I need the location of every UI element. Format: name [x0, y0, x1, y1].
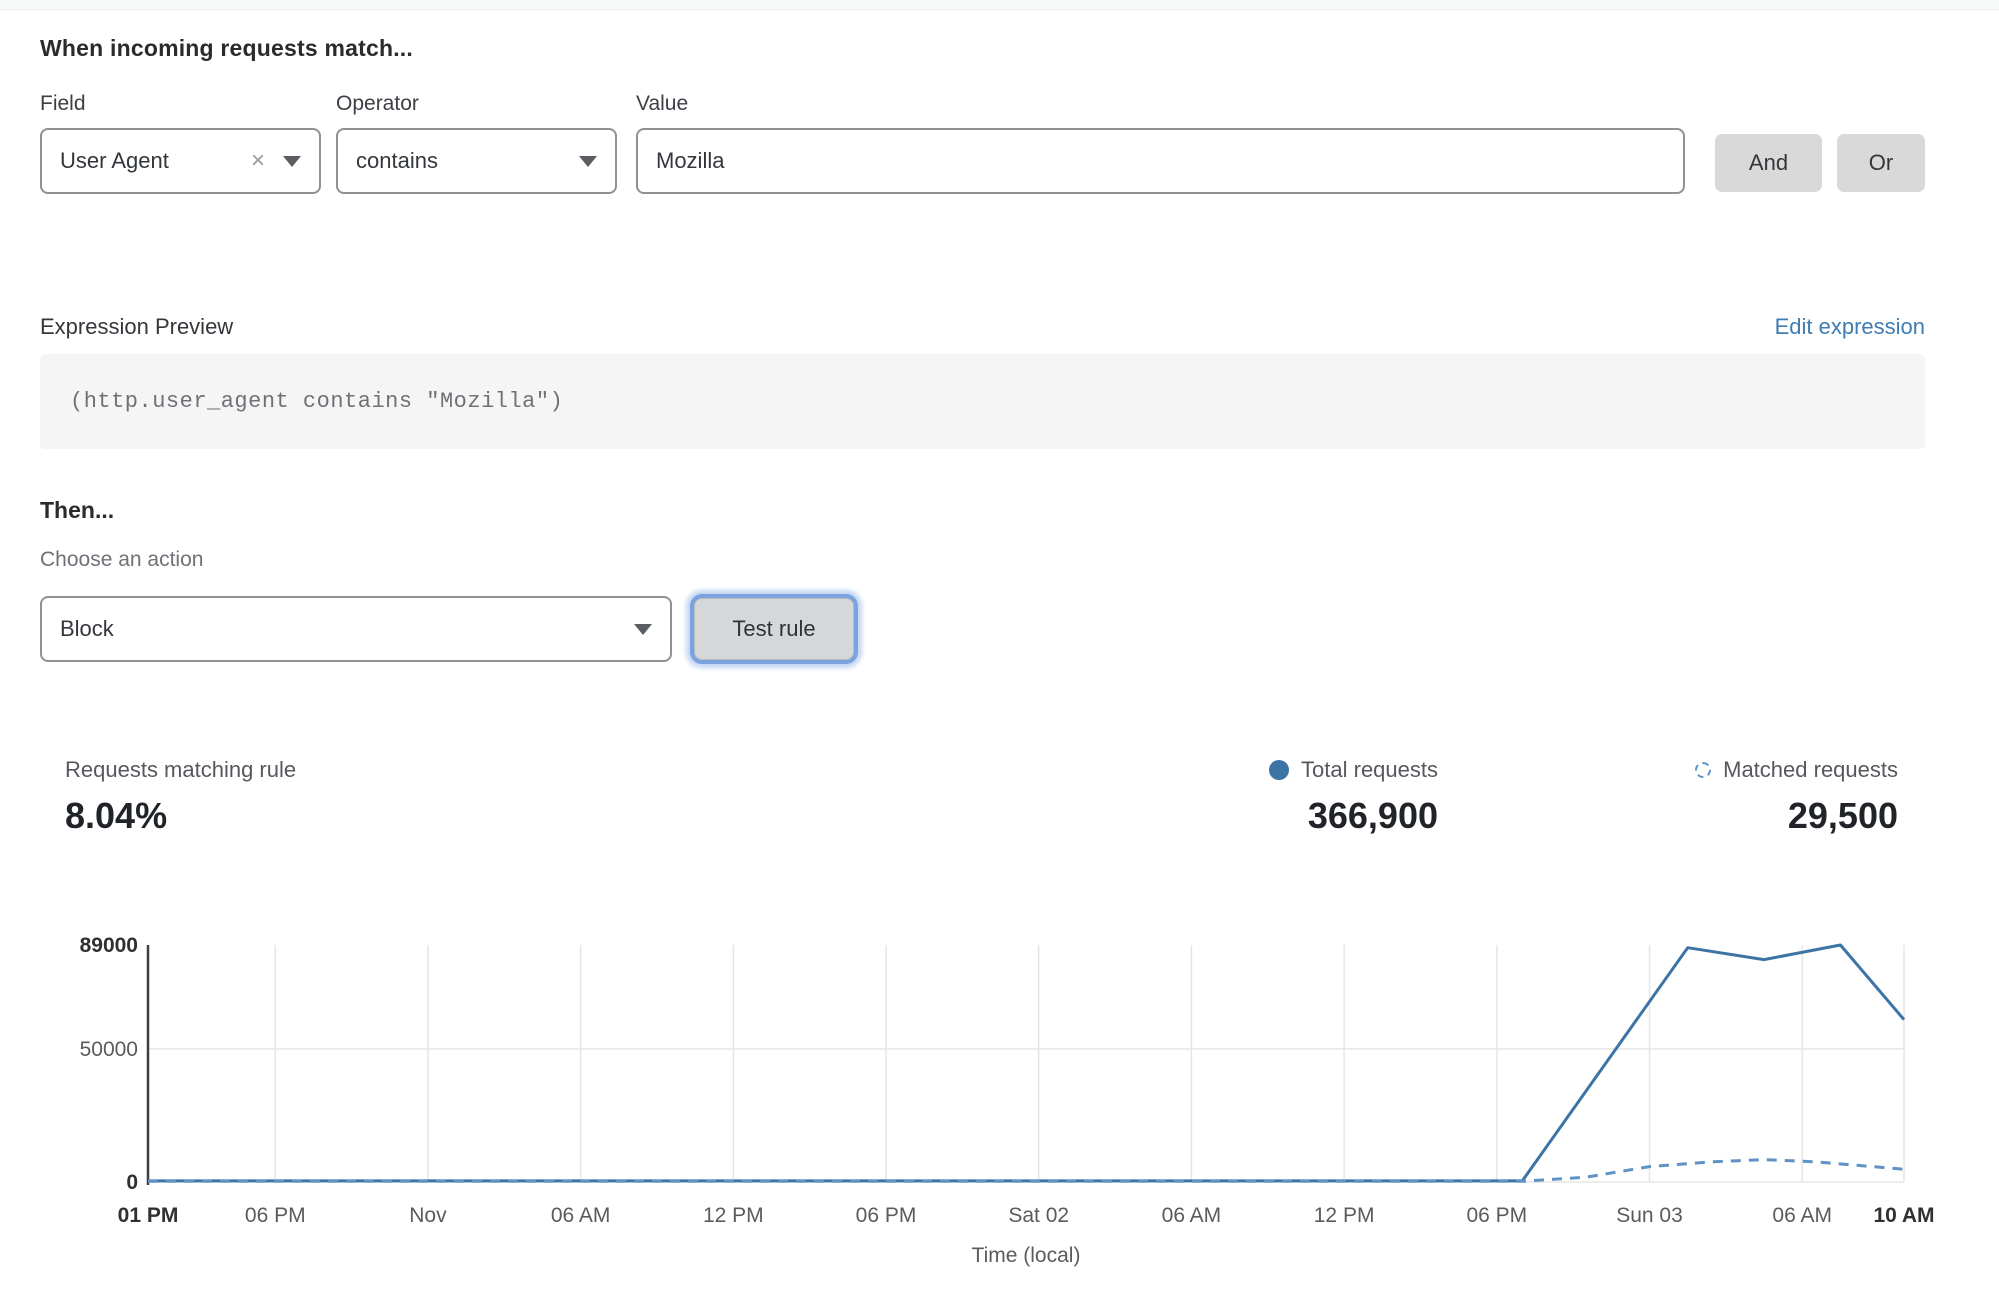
matched-requests-value: 29,500	[1695, 795, 1898, 837]
svg-text:Sat 02: Sat 02	[1008, 1204, 1069, 1227]
svg-text:06 PM: 06 PM	[245, 1204, 306, 1227]
expression-preview-label: Expression Preview	[40, 314, 233, 340]
total-requests-legend-icon	[1269, 760, 1289, 780]
svg-text:Nov: Nov	[409, 1204, 447, 1227]
expression-preview-box: (http.user_agent contains "Mozilla")	[40, 354, 1925, 449]
requests-chart: 0 50000 89000 01 PM 06 PM Nov 06 AM 12 PM 06 PM S…	[0, 922, 1999, 1277]
match-heading: When incoming requests match...	[40, 35, 1925, 62]
svg-text:06 AM: 06 AM	[1162, 1204, 1222, 1227]
choose-action-label: Choose an action	[40, 548, 1925, 572]
svg-text:Sun 03: Sun 03	[1616, 1204, 1683, 1227]
svg-text:06 AM: 06 AM	[1772, 1204, 1832, 1227]
action-select[interactable]: Block	[40, 596, 672, 662]
chevron-down-icon	[634, 624, 652, 635]
operator-label: Operator	[336, 92, 617, 116]
operator-select[interactable]: contains	[336, 128, 617, 194]
chevron-down-icon	[579, 156, 597, 167]
then-heading: Then...	[40, 497, 1925, 524]
matched-requests-label: Matched requests	[1723, 757, 1898, 783]
svg-text:01 PM: 01 PM	[118, 1204, 179, 1227]
matched-requests-legend-icon	[1695, 762, 1711, 778]
line-chart-canvas: 0 50000 89000 01 PM 06 PM Nov 06 AM 12 PM 06 PM S…	[0, 922, 1999, 1277]
svg-text:10 AM: 10 AM	[1873, 1204, 1934, 1227]
test-rule-button[interactable]: Test rule	[694, 598, 854, 660]
and-button[interactable]: And	[1715, 134, 1822, 192]
chevron-down-icon	[283, 156, 301, 167]
svg-text:50000: 50000	[80, 1038, 138, 1061]
value-label: Value	[636, 92, 1685, 116]
total-requests-value: 366,900	[1269, 795, 1438, 837]
total-requests-label: Total requests	[1301, 757, 1438, 783]
clear-field-icon[interactable]: ×	[251, 149, 265, 173]
rule-builder-row: Field User Agent × Operator contains Val…	[40, 92, 1925, 196]
match-rate-label: Requests matching rule	[65, 757, 296, 783]
top-divider	[0, 0, 1999, 10]
svg-text:06 PM: 06 PM	[856, 1204, 917, 1227]
edit-expression-link[interactable]: Edit expression	[1775, 314, 1925, 340]
match-rate-value: 8.04%	[65, 795, 296, 837]
or-button[interactable]: Or	[1837, 134, 1925, 192]
field-select-value: User Agent	[60, 148, 169, 174]
svg-text:06 PM: 06 PM	[1466, 1204, 1527, 1227]
expression-code: (http.user_agent contains "Mozilla")	[70, 389, 563, 414]
svg-text:Time (local): Time (local)	[972, 1244, 1081, 1267]
svg-text:12 PM: 12 PM	[1314, 1204, 1375, 1227]
field-label: Field	[40, 92, 321, 116]
action-select-value: Block	[60, 616, 114, 642]
svg-text:12 PM: 12 PM	[703, 1204, 764, 1227]
svg-text:0: 0	[126, 1171, 138, 1194]
svg-text:89000: 89000	[80, 934, 138, 957]
svg-text:06 AM: 06 AM	[551, 1204, 611, 1227]
field-select[interactable]: User Agent ×	[40, 128, 321, 194]
value-input[interactable]	[636, 128, 1685, 194]
operator-select-value: contains	[356, 148, 438, 174]
